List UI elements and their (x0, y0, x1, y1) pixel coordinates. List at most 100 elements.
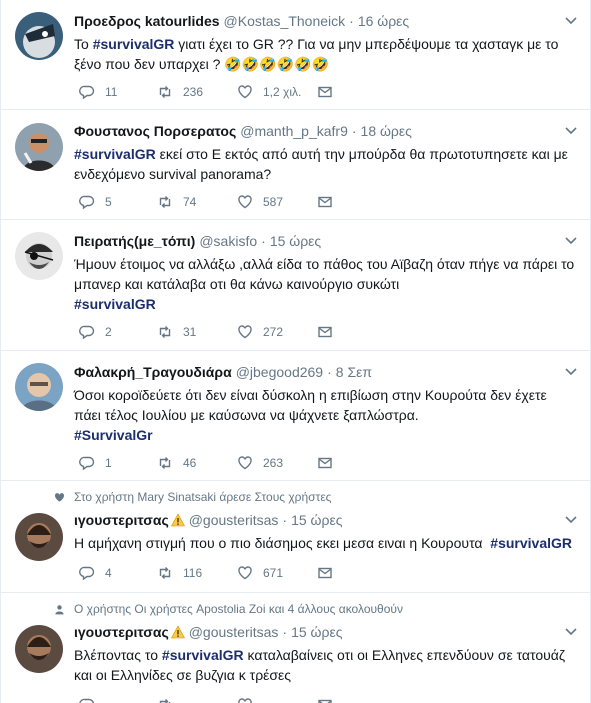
chevron-down-icon[interactable] (565, 625, 577, 637)
separator-dot: · (349, 13, 354, 29)
tweet-header: Φουστανος Πορσερατος @manth_p_kafr9 · 18… (74, 122, 577, 140)
retweet-button[interactable]: 74 (157, 194, 237, 210)
hashtag-link[interactable]: #survivalGR (74, 296, 156, 312)
avatar[interactable] (15, 12, 63, 60)
reply-button[interactable]: 1 (79, 455, 157, 471)
separator-dot: · (261, 233, 266, 249)
heart-icon (238, 325, 252, 339)
reply-button[interactable] (79, 697, 157, 703)
tweet-actions: 5 74 587 (79, 194, 333, 210)
retweet-button[interactable]: 236 (157, 84, 237, 100)
message-button[interactable] (317, 565, 333, 581)
tweet[interactable]: Πειρατής(με_τόπι) @sakisfo · 15 ώρες Ήμο… (1, 220, 590, 351)
chevron-down-icon[interactable] (565, 124, 577, 136)
tweet-text: Ήμουν έτοιμος να αλλάξω ,αλλά είδα το πά… (74, 254, 577, 314)
user-name[interactable]: Φαλακρή_Τραγουδιάρα (74, 363, 232, 381)
retweet-icon (159, 196, 171, 208)
timestamp[interactable]: 16 ώρες (358, 12, 409, 30)
user-handle[interactable]: @gousteritsas (189, 623, 279, 641)
avatar[interactable] (15, 123, 63, 171)
heart-icon (238, 698, 252, 703)
social-context: Ο χρήστης Οι χρήστες Apostolia Zoi και 4… (54, 602, 403, 616)
message-button[interactable] (317, 324, 333, 340)
retweet-button[interactable]: 31 (157, 324, 237, 340)
envelope-icon (318, 326, 332, 338)
retweet-icon (159, 326, 171, 338)
reply-count: 2 (105, 325, 112, 339)
tweet-text: Το #survivalGR γιατι έχει το GR ?? Για ν… (74, 34, 577, 74)
reply-icon (79, 456, 95, 471)
tweet-text-part: Όσοι κοροϊδεύετε ότι δεν είναι δύσκολη η… (74, 387, 547, 423)
reply-button[interactable]: 5 (79, 194, 157, 210)
timestamp[interactable]: 15 ώρες (291, 623, 342, 641)
heart-icon (238, 85, 252, 99)
tweet-text-part: Βλέποντας το (74, 647, 162, 663)
social-context-text[interactable]: Ο χρήστης Οι χρήστες Apostolia Zoi και 4… (74, 602, 403, 616)
like-button[interactable]: 1,2 χιλ. (237, 84, 317, 100)
social-context-text[interactable]: Στο χρήστη Mary Sinatsaki άρεσε Στους χρ… (74, 490, 331, 504)
user-handle[interactable]: @gousteritsas (189, 511, 279, 529)
hashtag-link[interactable]: #SurvivalGr (74, 427, 153, 443)
user-handle[interactable]: @manth_p_kafr9 (240, 122, 348, 140)
tweet[interactable]: Φαλακρή_Τραγουδιάρα @jbegood269 · 8 Σεπ … (1, 351, 590, 481)
tweet-text-part: Το (74, 36, 93, 52)
retweet-button[interactable]: 46 (157, 455, 237, 471)
user-name[interactable]: ιγουστεριτσας (74, 511, 169, 529)
message-button[interactable] (317, 455, 333, 471)
retweet-count: 31 (183, 325, 197, 339)
user-name[interactable]: Πειρατής(με_τόπι) (74, 232, 195, 250)
avatar[interactable] (15, 363, 63, 411)
chevron-down-icon[interactable] (565, 365, 577, 377)
chevron-down-icon[interactable] (565, 513, 577, 525)
user-name[interactable]: ιγουστεριτσας (74, 623, 169, 641)
message-button[interactable] (317, 194, 333, 210)
user-handle[interactable]: @sakisfo (199, 232, 257, 250)
like-button[interactable]: 587 (237, 194, 317, 210)
chevron-down-icon[interactable] (565, 14, 577, 26)
retweet-count: 46 (183, 456, 197, 470)
reply-button[interactable]: 2 (79, 324, 157, 340)
like-button[interactable]: 272 (237, 324, 317, 340)
reply-button[interactable]: 4 (79, 565, 157, 581)
user-handle[interactable]: @Kostas_Thoneick (224, 12, 346, 30)
retweet-button[interactable] (157, 697, 237, 703)
user-name[interactable]: Προεδρος katourlides (74, 12, 220, 30)
user-name[interactable]: Φουστανος Πορσερατος (74, 122, 236, 140)
message-button[interactable] (317, 84, 333, 100)
envelope-icon (318, 196, 332, 208)
avatar[interactable] (15, 232, 63, 280)
timestamp[interactable]: 8 Σεπ (336, 363, 372, 381)
tweet[interactable]: Φουστανος Πορσερατος @manth_p_kafr9 · 18… (1, 110, 590, 220)
warning-icon (170, 513, 185, 527)
separator-dot: · (282, 512, 288, 528)
hashtag-link[interactable]: #survivalGR (162, 647, 244, 663)
timestamp[interactable]: 15 ώρες (270, 232, 321, 250)
timestamp[interactable]: 15 ώρες (291, 511, 342, 529)
like-button[interactable] (237, 697, 317, 703)
tweet[interactable]: Προεδρος katourlides @Kostas_Thoneick · … (1, 0, 590, 110)
timeline-feed: Προεδρος katourlides @Kostas_Thoneick · … (0, 0, 591, 703)
like-button[interactable]: 263 (237, 455, 317, 471)
reply-button[interactable]: 11 (79, 84, 157, 100)
tweet[interactable]: Στο χρήστη Mary Sinatsaki άρεσε Στους χρ… (1, 481, 590, 593)
user-handle[interactable]: @jbegood269 (236, 363, 323, 381)
hashtag-link[interactable]: #survivalGR (93, 36, 175, 52)
avatar[interactable] (15, 513, 63, 561)
reply-icon (79, 698, 95, 703)
timestamp[interactable]: 18 ώρες (361, 122, 412, 140)
tweet-actions: 2 31 272 (79, 324, 333, 340)
envelope-icon (318, 457, 332, 469)
like-count: 671 (263, 566, 284, 580)
avatar[interactable] (15, 625, 63, 673)
chevron-down-icon[interactable] (565, 234, 577, 246)
message-button[interactable] (317, 697, 333, 703)
like-button[interactable]: 671 (237, 565, 317, 581)
hashtag-link[interactable]: #survivalGR (490, 535, 572, 551)
hashtag-link[interactable]: #survivalGR (74, 146, 156, 162)
like-count: 1,2 χιλ. (263, 85, 302, 99)
tweet[interactable]: Ο χρήστης Οι χρήστες Apostolia Zoi και 4… (1, 593, 590, 703)
retweet-button[interactable]: 116 (157, 565, 237, 581)
separator-dot: · (351, 123, 357, 139)
heart-icon (54, 492, 65, 502)
tweet-text: Όσοι κοροϊδεύετε ότι δεν είναι δύσκολη η… (74, 385, 577, 445)
